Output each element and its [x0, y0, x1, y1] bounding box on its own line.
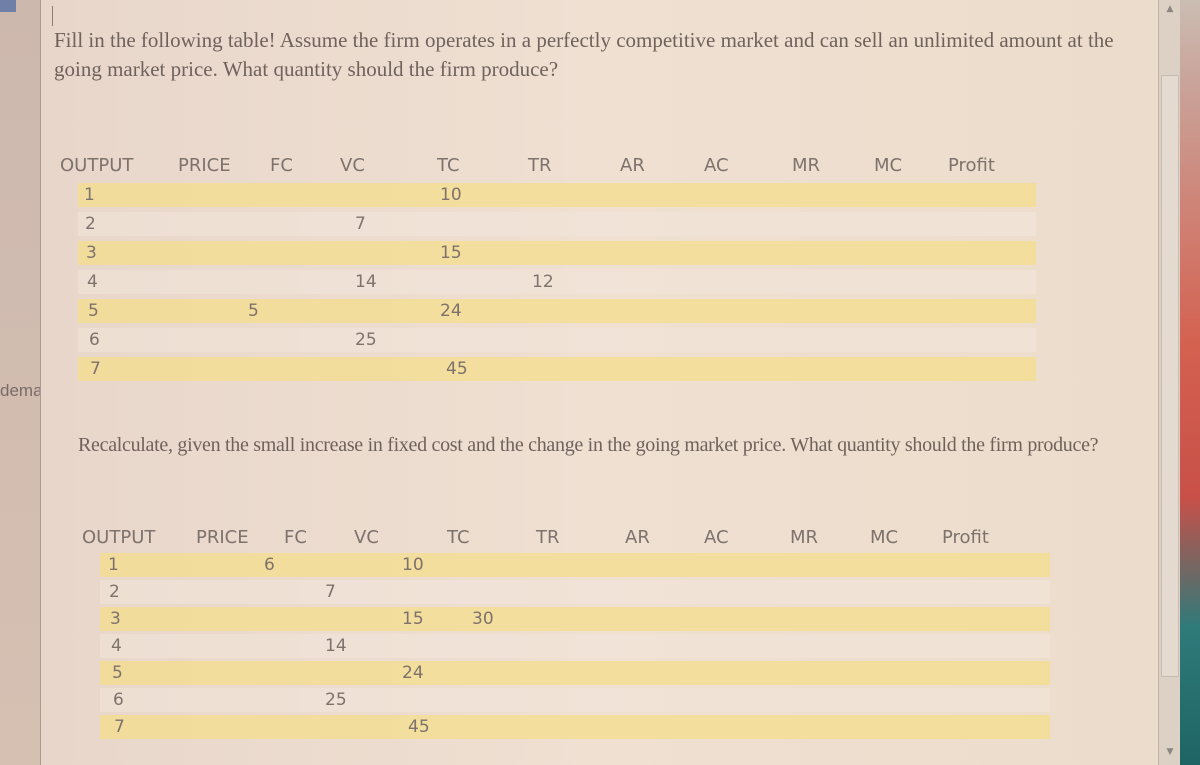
cell-tc[interactable]: 10	[402, 553, 424, 577]
cell-output[interactable]: 5	[88, 299, 99, 323]
cell-tc[interactable]: 15	[402, 607, 424, 631]
cell-tc[interactable]: 15	[440, 241, 462, 265]
table-row: 7 45	[100, 715, 1050, 739]
column-header-ar: AR	[625, 527, 650, 548]
cell-vc[interactable]: 7	[355, 212, 366, 236]
column-header-tc: TC	[437, 155, 460, 176]
cell-output[interactable]: 1	[84, 183, 95, 207]
cell-tc[interactable]: 24	[440, 299, 462, 323]
table-row: 7 45	[78, 357, 1036, 381]
table-row: 1 10	[78, 183, 1036, 207]
scroll-thumb[interactable]	[1161, 75, 1179, 677]
table-row: 1 6 10	[100, 553, 1050, 577]
question-2-text: Recalculate, given the small increase in…	[78, 434, 1099, 456]
column-header-price: PRICE	[196, 527, 249, 548]
column-header-fc: FC	[284, 527, 307, 548]
column-header-mc: MC	[870, 527, 899, 548]
cell-output[interactable]: 3	[86, 241, 97, 265]
column-header-vc: VC	[340, 155, 365, 176]
scroll-up-arrow-icon[interactable]: ▲	[1162, 2, 1178, 16]
desktop-background-edge	[1180, 0, 1200, 765]
column-header-ac: AC	[704, 155, 729, 176]
cell-vc[interactable]: 14	[355, 270, 377, 294]
table-row: 5 24	[100, 661, 1050, 685]
cell-vc[interactable]: 14	[325, 634, 347, 658]
cell-output[interactable]: 6	[113, 688, 124, 712]
table-row: 27	[78, 212, 1036, 236]
cell-output[interactable]: 7	[90, 357, 101, 381]
cell-vc[interactable]: 25	[325, 688, 347, 712]
column-header-vc: VC	[354, 527, 379, 548]
column-header-tr: TR	[536, 527, 560, 548]
column-header-fc: FC	[270, 155, 293, 176]
column-header-output: OUTPUT	[60, 155, 134, 176]
column-header-tr: TR	[528, 155, 552, 176]
window-tab-indicator	[0, 0, 16, 12]
table-row: 27	[100, 580, 1050, 604]
cell-output[interactable]: 4	[111, 634, 122, 658]
column-header-mc: MC	[874, 155, 903, 176]
question-1-text: Fill in the following table! Assume the …	[54, 28, 1114, 81]
cell-output[interactable]: 1	[108, 553, 119, 577]
background-window-text: dema	[0, 381, 40, 400]
column-header-mr: MR	[792, 155, 821, 176]
table-row: 4 14	[100, 634, 1050, 658]
cell-tr[interactable]: 30	[472, 607, 494, 631]
cell-tc[interactable]: 45	[408, 715, 430, 739]
table-row: 4 14 12	[78, 270, 1036, 294]
table-row: 3 15	[78, 241, 1036, 265]
table-row: 5 5 24	[78, 299, 1036, 323]
cell-tc[interactable]: 24	[402, 661, 424, 685]
cell-fc[interactable]: 5	[248, 299, 259, 323]
cell-output[interactable]: 5	[112, 661, 123, 685]
scroll-down-arrow-icon[interactable]: ▼	[1162, 745, 1178, 759]
cell-output[interactable]: 4	[87, 270, 98, 294]
table-row: 6 25	[100, 688, 1050, 712]
column-header-profit: Profit	[948, 155, 995, 176]
column-header-price: PRICE	[178, 155, 231, 176]
cell-tc[interactable]: 45	[446, 357, 468, 381]
cell-tc[interactable]: 10	[440, 183, 462, 207]
cell-fc[interactable]: 6	[264, 553, 275, 577]
table-row: 3 15 30	[100, 607, 1050, 631]
vertical-scrollbar[interactable]: ▲ ▼	[1158, 0, 1181, 765]
column-header-profit: Profit	[942, 527, 989, 548]
column-header-tc: TC	[447, 527, 470, 548]
column-header-ar: AR	[620, 155, 645, 176]
cell-output[interactable]: 7	[114, 715, 125, 739]
cell-output[interactable]: 3	[110, 607, 121, 631]
column-header-output: OUTPUT	[82, 527, 156, 548]
text-cursor	[52, 6, 53, 26]
column-header-ac: AC	[704, 527, 729, 548]
cell-output[interactable]: 2	[85, 212, 96, 236]
cell-vc[interactable]: 25	[355, 328, 377, 352]
cell-output[interactable]: 6	[89, 328, 100, 352]
cell-output[interactable]: 2	[109, 580, 120, 604]
column-header-mr: MR	[790, 527, 819, 548]
cell-vc[interactable]: 7	[325, 580, 336, 604]
cell-tr[interactable]: 12	[532, 270, 554, 294]
table-row: 6 25	[78, 328, 1036, 352]
